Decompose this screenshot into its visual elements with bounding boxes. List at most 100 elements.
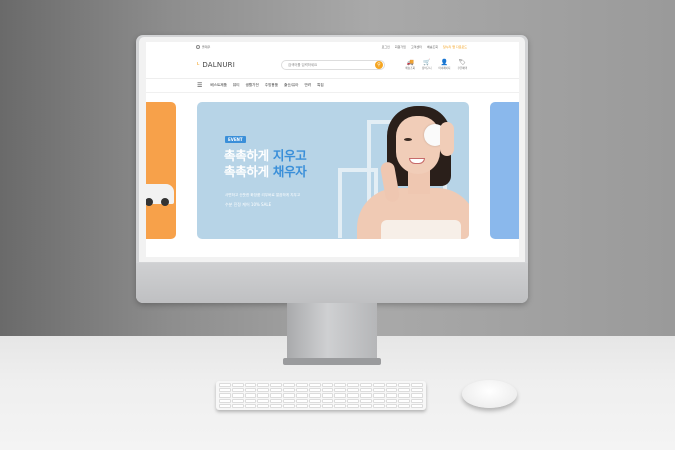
nav-item-pet[interactable]: 반려 — [304, 83, 311, 88]
search-input[interactable]: 검색어를 입력하세요 — [288, 62, 317, 67]
keyboard-key — [359, 393, 372, 398]
category-nav: ☰ 베스트제품 뷰티 생활가전 주방용품 출산/유아 반려 특집 — [146, 79, 519, 93]
monitor-chin — [136, 263, 528, 303]
keyboard-key — [219, 393, 231, 398]
keyboard-key — [244, 398, 257, 403]
keyboard-key — [257, 383, 270, 388]
site-logo[interactable]: ᒻ DALNURI — [197, 61, 281, 69]
topbar-link-app[interactable]: 달누리 앱 다운로드 — [443, 45, 467, 49]
search-icon[interactable]: ⚲ — [375, 60, 383, 69]
logo-text: DALNURI — [202, 60, 235, 69]
keyboard-key — [257, 393, 270, 398]
model-top — [381, 220, 461, 239]
topbar-links: 로그인 회원가입 고객센터 배송조회 달누리 앱 다운로드 — [382, 45, 467, 49]
keyboard-key — [231, 383, 244, 388]
keyboard-key — [283, 398, 295, 403]
keyboard-key — [283, 403, 295, 408]
car-image — [146, 184, 174, 206]
nav-item-best[interactable]: 베스트제품 — [210, 83, 227, 88]
keyboard-key — [347, 403, 359, 408]
keyboard-key — [385, 388, 398, 393]
keyboard-key — [398, 388, 411, 393]
keyboard-key — [321, 403, 334, 408]
topbar-link-login[interactable]: 로그인 — [382, 45, 390, 49]
keyboard-key — [321, 398, 334, 403]
model-eye — [404, 138, 412, 141]
topbar-link-tracking[interactable]: 배송조회 — [427, 45, 438, 49]
keyboard-key — [411, 393, 423, 398]
menu-icon[interactable]: ☰ — [197, 82, 202, 89]
keyboard-key — [372, 403, 385, 408]
keyboard-key — [385, 398, 398, 403]
monitor-screen: 을재쿠 로그인 회원가입 고객센터 배송조회 달누리 앱 다운로드 ᒻ DALN… — [146, 42, 519, 257]
keyboard-key — [231, 388, 244, 393]
keyboard-key — [308, 383, 321, 388]
nav-item-kitchen[interactable]: 주방용품 — [265, 83, 278, 88]
keyboard-key — [257, 403, 270, 408]
keyboard-key — [347, 383, 359, 388]
topbar-brand-link[interactable]: 을재쿠 — [196, 44, 210, 49]
keyboard-key — [257, 398, 270, 403]
top-utility-bar: 을재쿠 로그인 회원가입 고객센터 배송조회 달누리 앱 다운로드 — [146, 42, 519, 51]
headline-line2-accent: 채우자 — [272, 164, 307, 179]
keyboard-key — [270, 398, 283, 403]
keyboard-key — [334, 383, 347, 388]
keyboard-key — [231, 403, 244, 408]
keyboard-key — [359, 383, 372, 388]
keyboard-key — [347, 388, 359, 393]
keyboard-key — [308, 403, 321, 408]
keyboard-key — [385, 393, 398, 398]
header-icon-label: 마이페이지 — [438, 67, 451, 70]
keyboard-key — [283, 393, 295, 398]
keyboard-key — [295, 398, 308, 403]
keyboard-key — [411, 388, 423, 393]
banner-slide-current[interactable]: EVENT 촉촉하게 지우고 촉촉하게 채우자 사면하고 산뜻한 화장품 리무버… — [197, 102, 469, 239]
keyboard-key — [244, 403, 257, 408]
header-icon-mypage[interactable]: 👤 마이페이지 — [439, 59, 451, 70]
nav-item-appliance[interactable]: 생활가전 — [246, 83, 259, 88]
banner-subtext: 사면하고 산뜻한 화장품 리무버로 깔끔하게 지우고 — [225, 193, 301, 197]
event-badge: EVENT — [225, 136, 246, 143]
keyboard-key — [270, 383, 283, 388]
keyboard-key — [295, 403, 308, 408]
keyboard-key — [372, 398, 385, 403]
keyboard-key — [244, 388, 257, 393]
keyboard-key — [372, 388, 385, 393]
keyboard-key — [411, 403, 423, 408]
header-icon-delivery[interactable]: 🚚 배송조회 — [405, 59, 415, 70]
keyboard-key — [219, 398, 231, 403]
banner-slide-previous[interactable] — [146, 102, 176, 239]
keyboard-key — [283, 388, 295, 393]
keyboard-key — [359, 388, 372, 393]
keyboard-key — [334, 403, 347, 408]
search-bar[interactable]: 검색어를 입력하세요 ⚲ — [281, 59, 385, 70]
keyboard-key — [270, 403, 283, 408]
keyboard — [216, 381, 426, 410]
header-icon-cart[interactable]: 🛒 장바구니 — [422, 59, 432, 70]
topbar-link-support[interactable]: 고객센터 — [411, 45, 422, 49]
topbar-link-signup[interactable]: 회원가입 — [395, 45, 406, 49]
keyboard-key — [308, 393, 321, 398]
keyboard-key — [398, 403, 411, 408]
keyboard-key — [398, 393, 411, 398]
banner-slide-next[interactable] — [490, 102, 519, 239]
header-icon-label: 쿠폰혜택 — [457, 67, 467, 70]
keyboard-key — [270, 388, 283, 393]
banner-headline: 촉촉하게 지우고 촉촉하게 채우자 — [224, 148, 307, 180]
keyboard-key — [359, 398, 372, 403]
keyboard-key — [321, 383, 334, 388]
keyboard-key — [283, 383, 295, 388]
headline-line2-white: 촉촉하게 — [224, 164, 269, 179]
keyboard-key — [359, 403, 372, 408]
nav-item-special[interactable]: 특집 — [317, 83, 324, 88]
header-icon-coupon[interactable]: 🏷 쿠폰혜택 — [457, 59, 467, 70]
truck-icon: 🚚 — [406, 59, 414, 66]
keyboard-key — [295, 388, 308, 393]
keyboard-key — [334, 398, 347, 403]
nav-item-baby[interactable]: 출산/유아 — [284, 83, 298, 88]
keyboard-key — [295, 393, 308, 398]
keyboard-key — [372, 383, 385, 388]
keyboard-key — [334, 388, 347, 393]
nav-item-beauty[interactable]: 뷰티 — [233, 83, 240, 88]
keyboard-key — [321, 388, 334, 393]
